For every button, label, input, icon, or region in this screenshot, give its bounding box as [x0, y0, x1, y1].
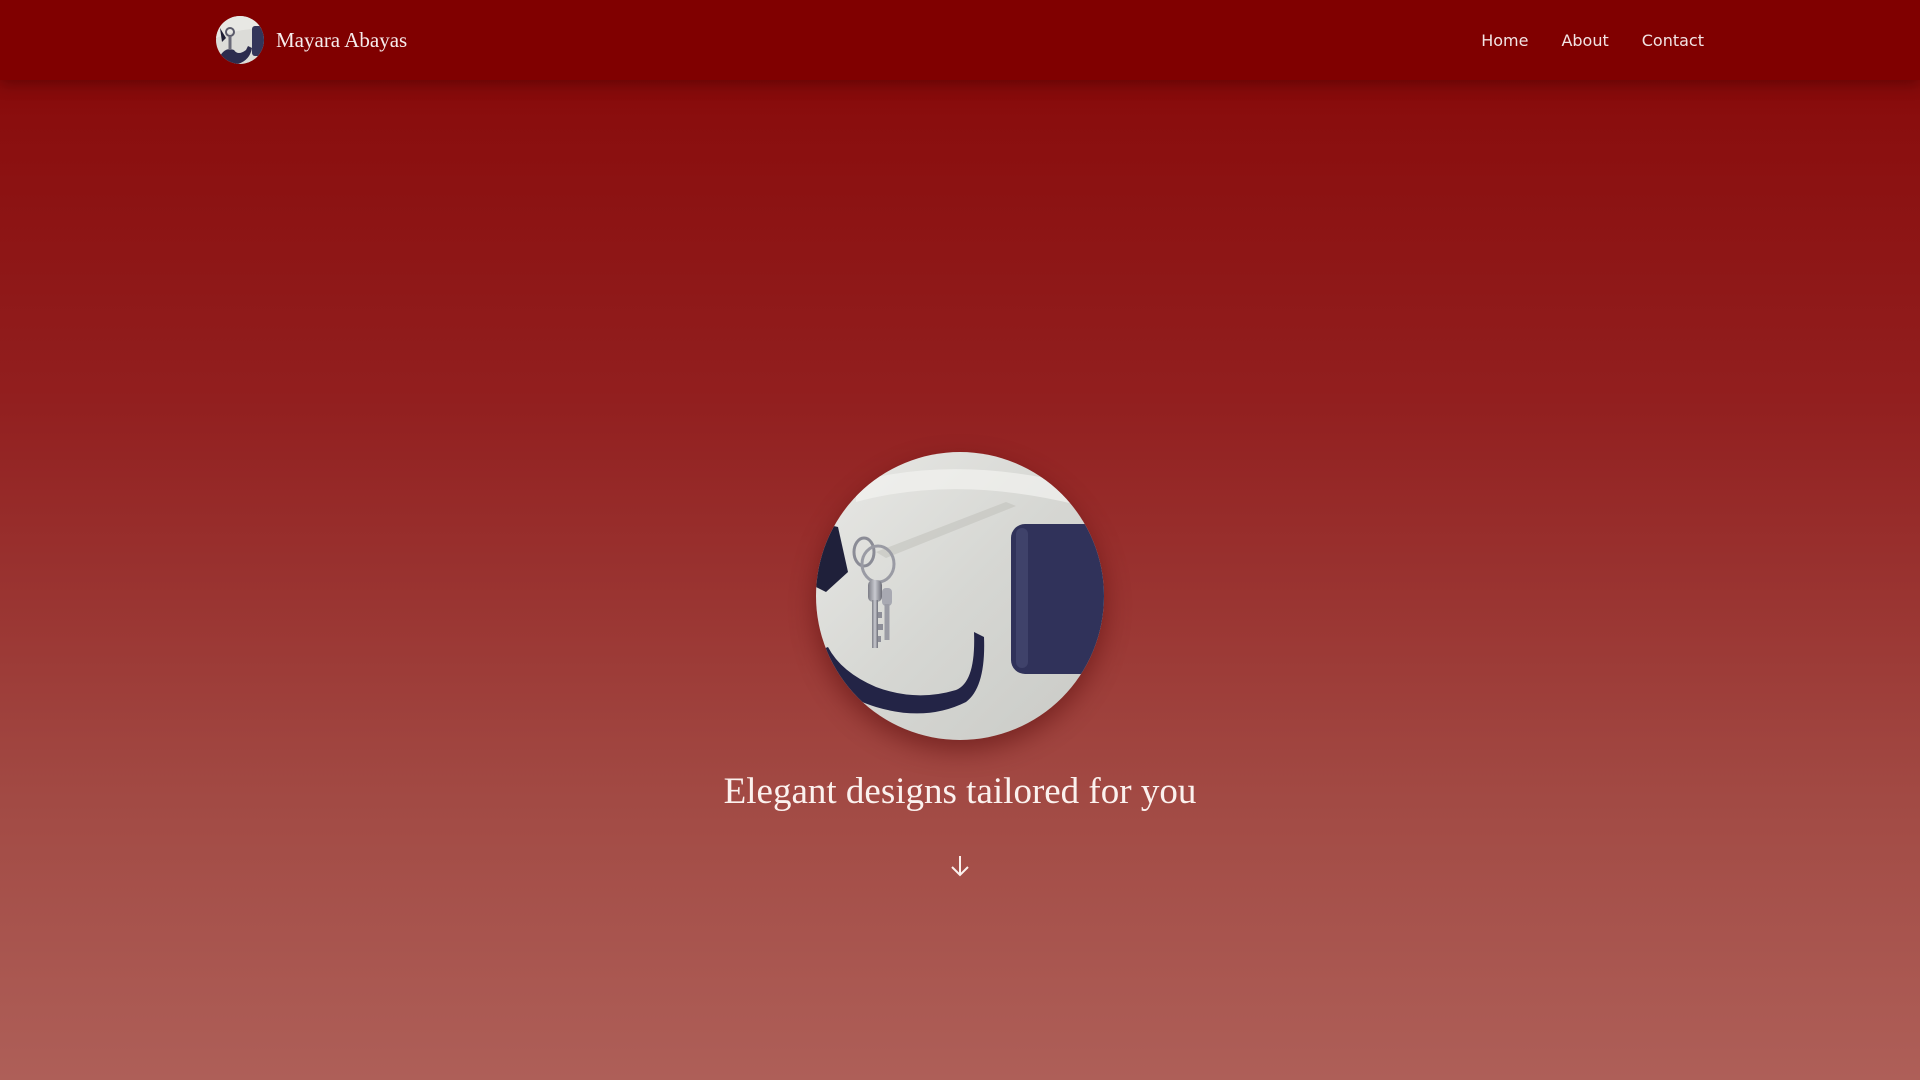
scroll-down-button[interactable] [946, 852, 974, 880]
brand-link[interactable]: Mayara Abayas [216, 16, 407, 64]
main-nav: Home About Contact [1448, 0, 1704, 80]
hero-tagline: Elegant designs tailored for you [723, 771, 1197, 812]
nav-item-contact: Contact [1642, 31, 1704, 50]
nav-link-home[interactable]: Home [1481, 31, 1528, 50]
nav-link-contact[interactable]: Contact [1642, 31, 1704, 50]
nav-item-home: Home [1481, 31, 1528, 50]
nav-link-about[interactable]: About [1561, 31, 1608, 50]
navbar: Mayara Abayas Home About Contact [0, 0, 1920, 80]
brand-logo-icon [216, 16, 264, 64]
brand-name: Mayara Abayas [276, 27, 408, 52]
hero-image [816, 452, 1104, 740]
arrow-down-icon [951, 856, 969, 877]
nav-item-about: About [1561, 31, 1608, 50]
